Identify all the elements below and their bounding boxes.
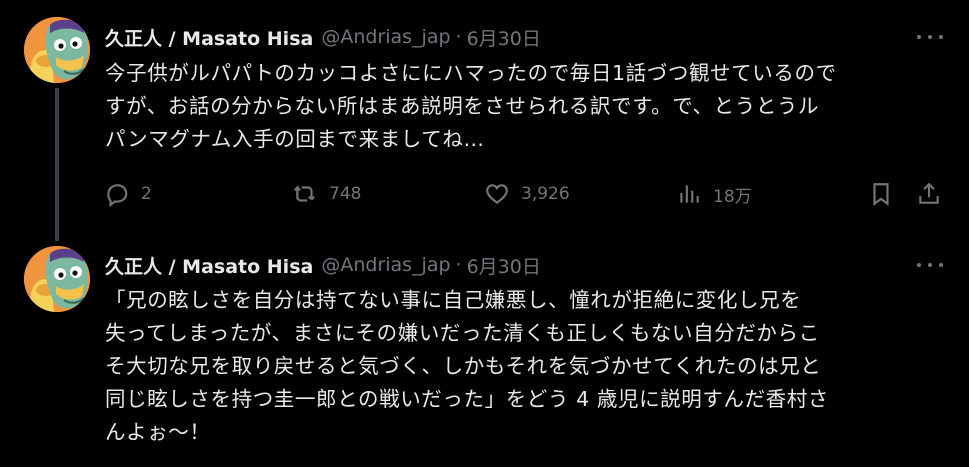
reply-count: 2 (141, 184, 152, 204)
tweet-text-line: そ大切な兄を取り戻せると気づく、しかもそれを気づかせてくれたのは兄と (105, 354, 822, 378)
tweet-header: 久正人 / Masato Hisa @Andrias_jap · 6月30日 (105, 23, 541, 51)
retweet-icon (293, 184, 315, 202)
author-handle[interactable]: @Andrias_jap (321, 254, 450, 276)
author-name[interactable]: 久正人 / Masato Hisa (105, 252, 313, 279)
tweet-text: 「兄の眩しさを自分は持てない事に自己嫌悪し、憧れが拒絶に変化し兄を 失ってしまっ… (105, 284, 945, 449)
tweet[interactable]: 久正人 / Masato Hisa @Andrias_jap · 6月30日 「… (0, 240, 969, 467)
avatar[interactable] (24, 246, 90, 312)
retweet-count: 748 (329, 184, 362, 204)
author-handle[interactable]: @Andrias_jap (321, 26, 450, 48)
heart-icon (486, 184, 508, 205)
tweet-date[interactable]: 6月30日 (467, 252, 541, 279)
thread-connector (55, 88, 59, 241)
like-count: 3,926 (521, 184, 570, 204)
more-horizontal-icon[interactable] (915, 255, 945, 275)
reply-icon (107, 184, 128, 207)
tweet-text: 今子供がルパパトのカッコよさににハマったので毎日1話づつ観せているので すが、お… (105, 57, 945, 156)
avatar-illustration (24, 17, 90, 83)
retweet-button[interactable]: 748 (292, 178, 361, 210)
avatar-illustration (24, 246, 90, 312)
tweet-date[interactable]: 6月30日 (467, 24, 541, 51)
tweet-text-line: すが、お話の分からない所はまあ説明をさせられる訳です。で、とうとうル (105, 94, 820, 118)
views-count: 18万 (713, 186, 752, 207)
tweet-text-line: 「兄の眩しさを自分は持てない事に自己嫌悪し、憧れが拒絶に変化し兄を (105, 288, 802, 312)
more-horizontal-icon[interactable] (915, 27, 945, 47)
reply-button[interactable]: 2 (104, 178, 152, 210)
author-name[interactable]: 久正人 / Masato Hisa (105, 24, 313, 51)
tweet[interactable]: 久正人 / Masato Hisa @Andrias_jap · 6月30日 今… (0, 0, 969, 241)
share-icon (919, 182, 939, 204)
views-button[interactable]: 18万 (676, 178, 752, 210)
like-button[interactable]: 3,926 (484, 178, 570, 210)
avatar[interactable] (24, 17, 90, 83)
bookmark-icon (873, 183, 889, 206)
tweet-header: 久正人 / Masato Hisa @Andrias_jap · 6月30日 (105, 251, 541, 279)
tweet-actions: 2 748 3,926 18万 (104, 178, 946, 210)
separator-dot: · (455, 254, 462, 276)
views-icon (680, 185, 699, 203)
tweet-text-line: 同じ眩しさを持つ圭一郎との戦いだった」をどう 4 歳児に説明すんだ香村さ (105, 387, 829, 411)
bookmark-button[interactable] (868, 178, 894, 210)
separator-dot: · (455, 26, 462, 48)
tweet-text-line: パンマグナム入手の回まで来ましてね… (105, 127, 485, 151)
tweet-text-line: 失ってしまったが、まさにその嫌いだった清くも正しくもない自分だからこ (105, 321, 820, 345)
tweet-text-line: 今子供がルパパトのカッコよさににハマったので毎日1話づつ観せているので (105, 61, 837, 85)
share-button[interactable] (916, 178, 942, 210)
tweet-text-line: んよぉ～！ (105, 420, 211, 444)
